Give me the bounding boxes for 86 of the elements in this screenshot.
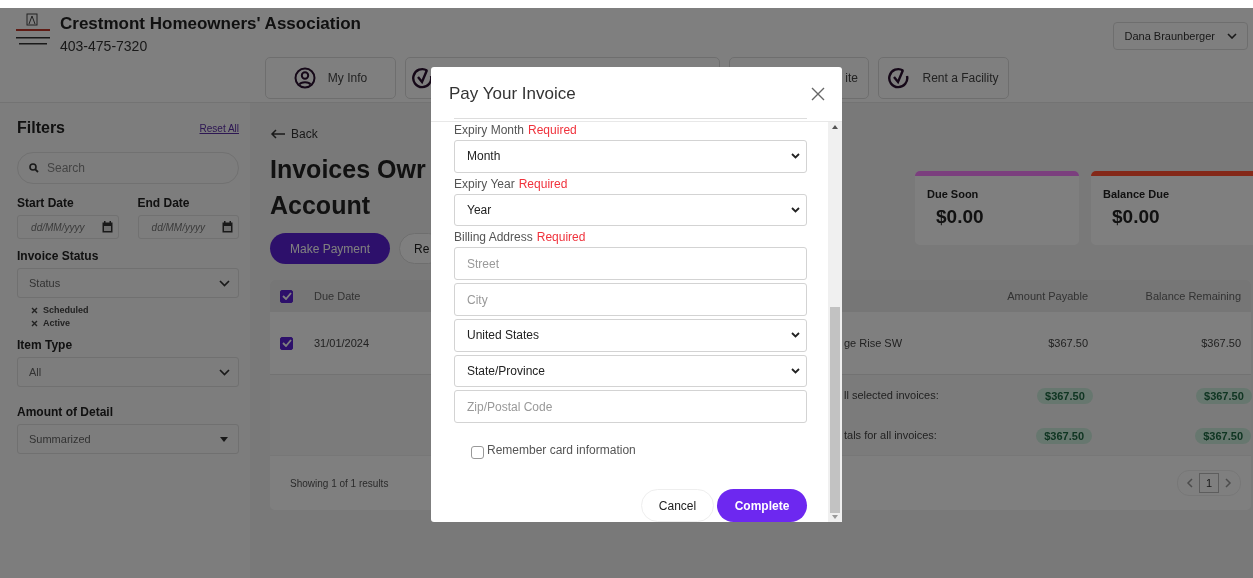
action-button[interactable]: Make Payment <box>270 233 391 264</box>
text-field[interactable]: Zip/Postal Code <box>454 390 807 424</box>
field-label: Expiry Year <box>454 176 515 191</box>
card-title: Balance Due <box>1103 188 1171 200</box>
date-field[interactable]: dd/MM/yyyy <box>137 215 239 239</box>
chevron-down-icon <box>791 367 800 374</box>
table-cell-text: $367.50 <box>1047 337 1089 349</box>
field-label: Expiry Month <box>454 123 525 137</box>
filters-title: Filters <box>17 119 65 137</box>
nav-button[interactable]: Rent a Facility <box>878 57 1009 99</box>
text-field[interactable]: City <box>454 283 807 316</box>
select-field[interactable]: State/Province <box>454 354 807 388</box>
row-checkbox[interactable] <box>280 336 293 350</box>
chevron-down-icon <box>219 368 230 376</box>
search-icon <box>29 163 39 173</box>
chevron-down-icon <box>791 207 800 214</box>
caret-down-icon <box>220 436 228 442</box>
close-icon <box>31 319 38 327</box>
required-note: Required <box>536 230 586 245</box>
results-count: Showing 1 of 1 results <box>290 477 389 489</box>
card-amount: $0.00 <box>1111 206 1161 228</box>
column-header[interactable]: Due Date <box>314 290 434 302</box>
chevron-down-icon <box>791 153 800 160</box>
remember-checkbox[interactable] <box>471 446 484 460</box>
dialog-title: Pay Your Invoice <box>449 84 576 104</box>
filter-label: Amount of Detail <box>17 405 114 419</box>
close-icon[interactable] <box>811 87 825 101</box>
totals-label: tals for all invoices: <box>843 429 938 441</box>
logo-icon <box>15 13 51 47</box>
select-field[interactable]: Year <box>454 193 807 227</box>
filter-label: End Date <box>137 196 191 210</box>
filter-label: Item Type <box>17 338 74 352</box>
filter-label: Start Date <box>17 196 75 210</box>
totals-label: ll selected invoices: <box>843 389 939 401</box>
page-title: Invoices Owr Account <box>270 154 427 221</box>
total-amount: $367.50 <box>1196 388 1252 404</box>
detail-dropdown[interactable]: Summarized <box>17 424 239 454</box>
nav-button[interactable]: My Info <box>265 57 396 99</box>
filter-label: Invoice Status <box>17 249 100 263</box>
scrollbar[interactable] <box>828 122 842 522</box>
total-amount: $367.50 <box>1037 388 1093 404</box>
required-note: Required <box>528 123 577 137</box>
arrow-up-icon[interactable] <box>832 125 838 129</box>
arrow-left-icon <box>270 129 286 139</box>
organization-name: Crestmont Homeowners' Association <box>60 13 361 35</box>
chevron-left-icon[interactable] <box>1185 478 1193 488</box>
dialog-button[interactable]: Complete <box>717 489 807 523</box>
total-amount: $367.50 <box>1195 428 1251 444</box>
table-cell-text: $367.50 <box>1200 337 1242 349</box>
check-circle-icon <box>412 67 434 89</box>
check-circle-icon <box>888 67 911 89</box>
checkbox-label: Remember card information <box>487 443 636 458</box>
chevron-down-icon <box>791 332 800 339</box>
table-cell-text: 31/01/2024 <box>314 337 371 349</box>
close-icon <box>31 306 38 314</box>
page-number[interactable]: 1 <box>1198 473 1219 493</box>
dialog-button[interactable]: Cancel <box>641 489 714 523</box>
card-title: Due Soon <box>927 188 980 200</box>
back-link[interactable]: Back <box>270 127 445 141</box>
field-label: Billing Address <box>454 230 533 245</box>
column-header[interactable]: Balance Remaining <box>1098 290 1251 302</box>
phone-number: 403-475-7320 <box>60 37 149 56</box>
card-amount: $0.00 <box>935 206 985 228</box>
chevron-down-icon <box>1227 33 1237 39</box>
select-field[interactable]: Month <box>454 140 807 173</box>
date-field[interactable]: dd/MM/yyyy <box>17 215 119 239</box>
chevron-down-icon <box>219 279 230 287</box>
select-all-checkbox[interactable] <box>280 289 293 303</box>
chevron-right-icon[interactable] <box>1225 478 1232 488</box>
select-field[interactable]: United States <box>454 318 807 352</box>
user-menu[interactable]: Dana Braunberger <box>1113 22 1248 50</box>
item-type-dropdown[interactable]: All <box>17 357 239 387</box>
person-icon <box>293 67 316 89</box>
table-cell-text: ge Rise SW <box>843 337 904 349</box>
text-field[interactable]: Street <box>454 247 807 281</box>
calendar-icon <box>101 221 113 233</box>
required-note: Required <box>518 176 568 191</box>
status-chip[interactable]: Scheduled <box>31 305 89 315</box>
total-amount: $367.50 <box>1036 428 1092 444</box>
calendar-icon <box>222 221 233 233</box>
status-chip[interactable]: Active <box>31 318 70 328</box>
arrow-down-icon[interactable] <box>832 515 838 519</box>
status-dropdown[interactable]: Status <box>17 268 239 298</box>
reset-all-link[interactable]: Reset All <box>199 122 239 134</box>
search-field[interactable]: Search <box>17 152 239 184</box>
column-header[interactable]: Amount Payable <box>938 290 1098 302</box>
